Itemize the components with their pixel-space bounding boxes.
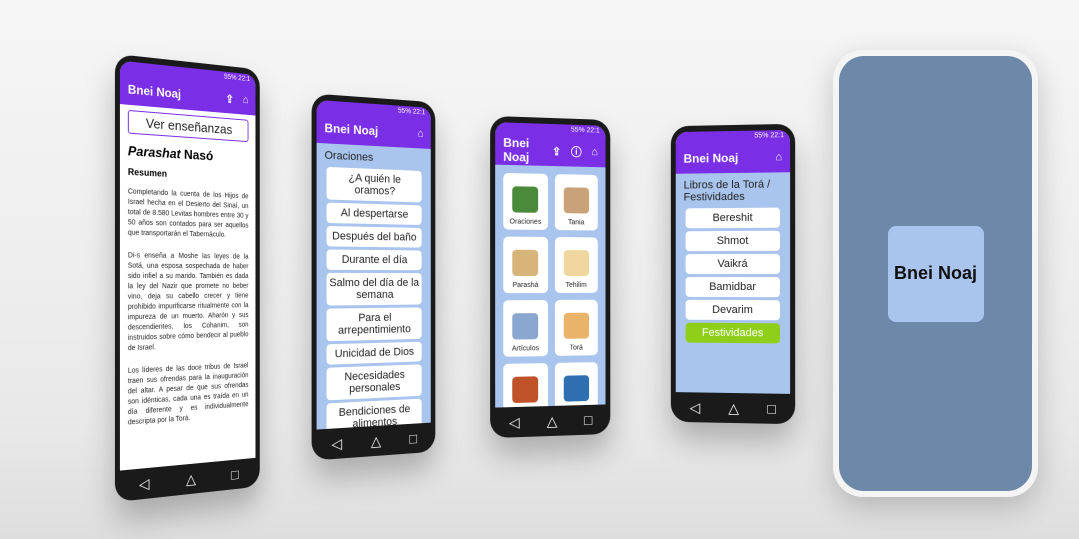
nav-bar: ◁ △ □ [675,392,791,425]
libro-item[interactable]: Devarim [685,299,781,321]
home-nav-icon[interactable]: △ [186,470,196,488]
tile-icon [512,186,539,213]
phone-oraciones: 55% 22:1 Bnei Noaj ⌂ Oraciones ¿A quién … [311,93,436,461]
phone-libros: 55% 22:1 Bnei Noaj ⌂ Libros de la Torá /… [670,123,796,425]
paragraph-3: Los líderes de las doce tribus de Israel… [127,362,249,427]
oracion-item[interactable]: Durante el día [326,249,422,271]
tile-label: Tania [568,219,585,227]
oracion-item[interactable]: Necesidades personales [326,364,422,401]
app-bar: Bnei Noaj ⇪ ⓘ ⌂ [495,134,606,168]
home-nav-icon[interactable]: △ [728,399,739,416]
menu-tile[interactable]: Artículos [503,300,548,357]
recent-icon[interactable]: □ [584,412,592,428]
ver-ensenanzas-button[interactable]: Ver enseñanzas [127,109,249,143]
oracion-item[interactable]: Unicidad de Dios [326,341,422,365]
oracion-item[interactable]: Para el arrepentimiento [326,307,422,342]
tile-label: Torá [569,344,583,352]
libro-item[interactable]: Shmot [685,230,781,252]
home-icon[interactable]: ⌂ [417,128,423,140]
back-icon[interactable]: ◁ [331,435,342,453]
recent-icon[interactable]: □ [231,466,239,482]
back-icon[interactable]: ◁ [139,474,149,492]
home-nav-icon[interactable]: △ [371,432,381,450]
tile-icon [563,250,589,277]
phone-menu: 55% 22:1 Bnei Noaj ⇪ ⓘ ⌂ Oraciones Tania P… [490,115,611,439]
menu-tile[interactable]: Torá [554,299,598,356]
menu-tile[interactable]: Parashá [503,236,548,294]
app-bar: Bnei Noaj ⌂ [675,142,791,174]
share-icon[interactable]: ⇪ [226,92,234,106]
info-icon[interactable]: ⓘ [571,144,582,160]
menu-tile[interactable]: Tania [554,174,598,231]
libros-heading: Libros de la Torá / Festividades [683,178,771,204]
parasha-title-italic: Parashat [127,142,181,162]
libro-item[interactable]: Vaikrá [685,253,781,274]
tile-icon [512,313,539,340]
nav-bar: ◁ △ □ [495,404,606,438]
phone-parasha: 55% 22:1 Bnei Noaj ⇪ ⌂ Ver enseñanzas Pa… [114,53,260,503]
tile-label: Parashá [512,282,539,290]
app-logo: Bnei Noaj [887,225,984,322]
app-title: Bnei Noaj [683,150,739,166]
app-title: Bnei Noaj [324,120,379,139]
libro-item[interactable]: Festividades [685,322,781,344]
oracion-item[interactable]: Al despertarse [326,202,422,226]
home-icon[interactable]: ⌂ [775,151,782,163]
home-icon[interactable]: ⌂ [591,146,597,158]
home-nav-icon[interactable]: △ [547,412,558,429]
tile-icon [512,249,539,276]
paragraph-1: Completando la cuenta de los Hijos de Is… [127,188,249,239]
menu-tile[interactable]: Configuración [554,362,598,408]
oracion-item[interactable]: Salmo del día de la semana [326,272,422,306]
menu-tile[interactable]: Pensamientos [503,363,548,408]
tile-icon [563,312,589,339]
paragraph-2: Di-s enseña a Moshe las leyes de la Sotá… [127,252,249,353]
share-icon[interactable]: ⇪ [552,145,561,158]
libro-item[interactable]: Bamidbar [685,276,781,298]
menu-tile[interactable]: Tehilim [554,237,598,293]
oracion-item[interactable]: ¿A quién le oramos? [326,166,422,203]
back-icon[interactable]: ◁ [509,413,520,430]
tile-icon [563,187,589,214]
parasha-title-name: Nasó [183,146,214,164]
tile-icon [563,375,589,402]
recent-icon[interactable]: □ [409,430,417,446]
menu-tile[interactable]: Oraciones [503,172,548,230]
back-icon[interactable]: ◁ [690,399,701,416]
tile-label: Tehilim [565,281,587,289]
phone-splash: Bnei Noaj [833,50,1038,497]
tile-label: Artículos [511,345,540,353]
app-title: Bnei Noaj [127,82,182,102]
tile-label: Oraciones [509,218,542,226]
oracion-item[interactable]: Después del baño [326,226,422,248]
app-title: Bnei Noaj [503,135,530,165]
splash-screen: Bnei Noaj [839,56,1032,491]
tile-icon [512,376,539,404]
libro-item[interactable]: Bereshit [685,207,781,229]
recent-icon[interactable]: □ [767,401,776,417]
home-icon[interactable]: ⌂ [243,94,249,106]
